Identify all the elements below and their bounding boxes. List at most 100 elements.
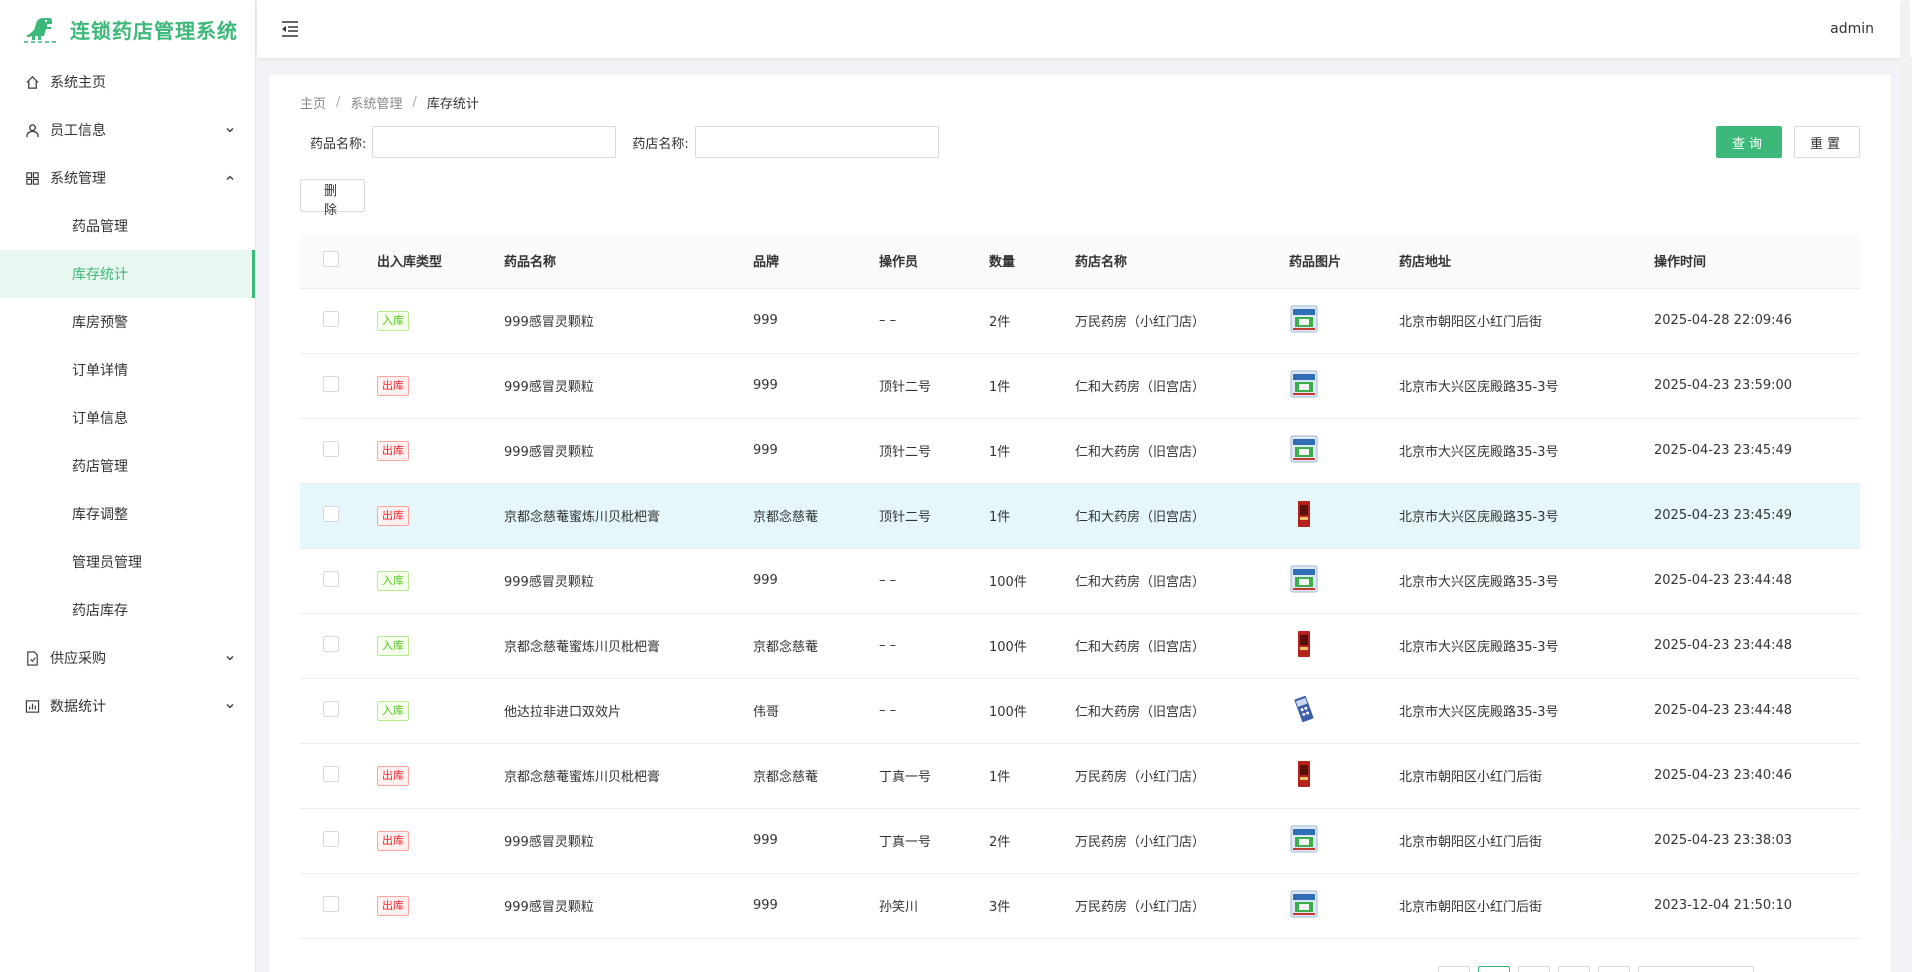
sidebar-item-staff[interactable]: 员工信息 xyxy=(0,106,255,154)
drug-image-cell xyxy=(1281,353,1391,419)
quantity-cell: 1件 xyxy=(981,483,1067,549)
store-address-cell: 北京市大兴区庑殿路35-3号 xyxy=(1391,678,1646,744)
menu-fold-icon[interactable] xyxy=(279,18,301,40)
quantity-cell: 1件 xyxy=(981,743,1067,809)
table-row[interactable]: 出库 999感冒灵颗粒 999 孙笑川 3件 万民药房（小红门店） 北京市朝阳区小红门后街 2… xyxy=(300,873,1860,939)
row-checkbox[interactable] xyxy=(323,895,339,912)
page-button[interactable] xyxy=(1478,966,1510,972)
store-name-input[interactable] xyxy=(694,126,939,158)
sidebar-subitem-order-info[interactable]: 订单信息 xyxy=(0,394,255,442)
row-checkbox[interactable] xyxy=(323,505,339,522)
store-address-cell: 北京市大兴区庑殿路35-3号 xyxy=(1391,353,1646,419)
drug-image[interactable] xyxy=(1289,628,1319,660)
table-row[interactable]: 入库 他达拉非进口双效片 伟哥 – –100件 仁和大药房（旧宫店） 北京市大兴区庑殿路3… xyxy=(300,678,1860,744)
sidebar-subitem-inventory-stats[interactable]: 库存统计 xyxy=(0,250,255,298)
user-icon xyxy=(24,122,40,138)
sidebar-item-label: 供应采购 xyxy=(50,651,106,667)
row-checkbox[interactable] xyxy=(323,375,339,392)
store-name-cell: 万民药房（小红门店） xyxy=(1067,873,1281,939)
column-header: 品牌 xyxy=(745,234,871,289)
reset-button[interactable]: 重置 xyxy=(1794,126,1860,158)
table-row[interactable]: 入库 京都念慈菴蜜炼川贝枇杷膏 京都念慈菴 – –100件 仁和大药房（旧宫店） 北京市大… xyxy=(300,613,1860,679)
drug-image[interactable] xyxy=(1289,823,1319,855)
row-checkbox[interactable] xyxy=(323,570,339,587)
operator-cell: 丁真一号 xyxy=(871,808,981,874)
table-body: 入库 999感冒灵颗粒 999– –2件 万民药房（小红门店） 北京市朝阳区小红门后街 2… xyxy=(300,288,1860,939)
select-all-checkbox[interactable] xyxy=(323,250,339,267)
operation-time-cell: 2025-04-28 22:09:46 xyxy=(1646,288,1860,354)
sidebar-item-label: 数据统计 xyxy=(50,699,106,715)
query-button[interactable]: 查询 xyxy=(1716,126,1782,158)
table-row[interactable]: 出库 999感冒灵颗粒 999 丁真一号 2件 万民药房（小红门店） 北京市朝阳区小红门后街… xyxy=(300,808,1860,874)
row-checkbox[interactable] xyxy=(323,440,339,457)
row-checkbox-cell xyxy=(300,548,369,614)
row-checkbox-cell xyxy=(300,418,369,484)
user-menu[interactable]: admin xyxy=(1830,21,1874,37)
column-header: 操作员 xyxy=(871,234,981,289)
breadcrumb-parent[interactable]: 系统管理 xyxy=(350,93,402,112)
table-row[interactable]: 入库 999感冒灵颗粒 999– –100件 仁和大药房（旧宫店） 北京市大兴区庑殿路3… xyxy=(300,548,1860,614)
row-checkbox[interactable] xyxy=(323,765,339,782)
table-row[interactable]: 出库 京都念慈菴蜜炼川贝枇杷膏 京都念慈菴 丁真一号 1件 万民药房（小红门店） 北京市朝阳… xyxy=(300,743,1860,809)
sidebar-item-data-stats[interactable]: 数据统计 xyxy=(0,682,255,730)
page-button[interactable] xyxy=(1558,966,1590,972)
drug-image[interactable] xyxy=(1289,693,1319,725)
sidebar-item-system[interactable]: 系统管理 xyxy=(0,154,255,202)
column-header: 数量 xyxy=(981,234,1067,289)
table-row[interactable]: 出库 999感冒灵颗粒 999 顶针二号 1件 仁和大药房（旧宫店） 北京市大兴区庑殿路35… xyxy=(300,418,1860,484)
row-checkbox[interactable] xyxy=(323,700,339,717)
drug-image[interactable] xyxy=(1289,368,1319,400)
drug-name-cell: 京都念慈菴蜜炼川贝枇杷膏 xyxy=(496,613,745,679)
logo: 连锁药店管理系统 xyxy=(0,0,255,58)
drug-image-cell xyxy=(1281,808,1391,874)
store-address-cell: 北京市朝阳区小红门后街 xyxy=(1391,873,1646,939)
sidebar-subitem-warehouse-alert[interactable]: 库房预警 xyxy=(0,298,255,346)
prev-page-button[interactable] xyxy=(1438,966,1470,972)
drug-name-cell: 999感冒灵颗粒 xyxy=(496,548,745,614)
drug-name-input[interactable] xyxy=(372,126,617,158)
drug-image[interactable] xyxy=(1289,303,1319,335)
sidebar-subitem-drug-management[interactable]: 药品管理 xyxy=(0,202,255,250)
sidebar-subitem-store-management[interactable]: 药店管理 xyxy=(0,442,255,490)
chevron-down-icon xyxy=(226,128,234,133)
page-button[interactable] xyxy=(1518,966,1550,972)
table-row[interactable]: 出库 999感冒灵颗粒 999 顶针二号 1件 仁和大药房（旧宫店） 北京市大兴区庑殿路35… xyxy=(300,353,1860,419)
sidebar: 连锁药店管理系统 系统主页 员工信息 系统管理 药品管理 库存统计 库房预警 订… xyxy=(0,0,256,972)
row-checkbox-cell xyxy=(300,353,369,419)
drug-image[interactable] xyxy=(1289,433,1319,465)
table-row[interactable]: 出库 京都念慈菴蜜炼川贝枇杷膏 京都念慈菴 顶针二号 1件 仁和大药房（旧宫店） 北京市大兴… xyxy=(300,483,1860,549)
search-form: 药品名称: 药店名称: 查询 重置 xyxy=(300,125,1860,159)
stock-out-tag: 出库 xyxy=(377,375,409,396)
drug-image[interactable] xyxy=(1289,758,1319,790)
table-row[interactable]: 入库 999感冒灵颗粒 999– –2件 万民药房（小红门店） 北京市朝阳区小红门后街 2… xyxy=(300,288,1860,354)
page-scrollbar[interactable] xyxy=(1900,0,1910,840)
chevron-up-icon xyxy=(226,175,234,180)
stock-out-tag: 出库 xyxy=(377,895,409,916)
store-name-cell: 仁和大药房（旧宫店） xyxy=(1067,418,1281,484)
drug-name-cell: 京都念慈菴蜜炼川贝枇杷膏 xyxy=(496,743,745,809)
drug-image[interactable] xyxy=(1289,498,1319,530)
drug-image[interactable] xyxy=(1289,563,1319,595)
type-cell: 出库 xyxy=(369,418,496,484)
page-size-select[interactable] xyxy=(1638,966,1754,972)
sidebar-subitem-order-details[interactable]: 订单详情 xyxy=(0,346,255,394)
delete-button[interactable]: 删除 xyxy=(300,179,365,218)
sidebar-subitem-admin-management[interactable]: 管理员管理 xyxy=(0,538,255,586)
row-checkbox-cell xyxy=(300,288,369,354)
next-page-button[interactable] xyxy=(1598,966,1630,972)
row-checkbox[interactable] xyxy=(323,310,339,327)
sidebar-item-procurement[interactable]: 供应采购 xyxy=(0,634,255,682)
sidebar-subitem-inventory-adjust[interactable]: 库存调整 xyxy=(0,490,255,538)
sidebar-subitem-store-inventory[interactable]: 药店库存 xyxy=(0,586,255,634)
sidebar-item-home[interactable]: 系统主页 xyxy=(0,58,255,106)
pagination xyxy=(1438,966,1754,972)
operation-time-cell: 2025-04-23 23:44:48 xyxy=(1646,548,1860,614)
breadcrumb-home[interactable]: 主页 xyxy=(300,93,326,112)
type-cell: 出库 xyxy=(369,808,496,874)
row-checkbox[interactable] xyxy=(323,830,339,847)
breadcrumb: 主页 / 系统管理 / 库存统计 xyxy=(300,91,1860,113)
type-cell: 入库 xyxy=(369,548,496,614)
row-checkbox[interactable] xyxy=(323,635,339,652)
drug-image[interactable] xyxy=(1289,888,1319,920)
operator-cell: 顶针二号 xyxy=(871,353,981,419)
